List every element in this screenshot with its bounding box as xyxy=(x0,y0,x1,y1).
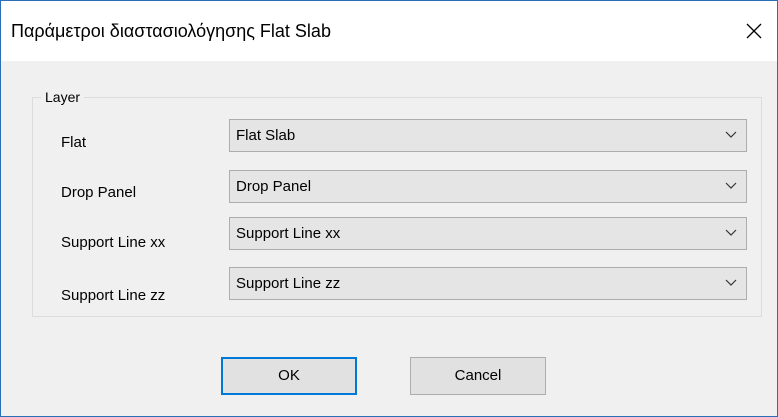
support-line-zz-label: Support Line zz xyxy=(61,287,166,304)
ok-button[interactable]: OK xyxy=(221,357,357,395)
cancel-button[interactable]: Cancel xyxy=(410,357,546,395)
drop-panel-layer-value: Drop Panel xyxy=(236,178,312,195)
support-line-zz-layer-value: Support Line zz xyxy=(236,275,341,292)
support-line-xx-layer-dropdown[interactable]: Support Line xx xyxy=(229,217,747,250)
drop-panel-label: Drop Panel xyxy=(61,184,137,201)
dialog-window: Παράμετροι διαστασιολόγησης Flat Slab La… xyxy=(0,0,778,417)
chevron-down-icon xyxy=(725,182,737,189)
drop-panel-layer-dropdown[interactable]: Drop Panel xyxy=(229,170,747,203)
flat-layer-value: Flat Slab xyxy=(236,127,296,144)
support-line-xx-layer-value: Support Line xx xyxy=(236,225,341,242)
chevron-down-icon xyxy=(725,229,737,236)
title-bar[interactable]: Παράμετροι διαστασιολόγησης Flat Slab xyxy=(1,1,777,61)
support-line-xx-label: Support Line xx xyxy=(61,234,166,251)
support-line-zz-layer-dropdown[interactable]: Support Line zz xyxy=(229,267,747,300)
close-icon xyxy=(746,23,762,39)
chevron-down-icon xyxy=(725,279,737,286)
layer-group-label: Layer xyxy=(41,89,85,105)
flat-layer-dropdown[interactable]: Flat Slab xyxy=(229,119,747,152)
flat-label: Flat xyxy=(61,134,87,151)
window-title: Παράμετροι διαστασιολόγησης Flat Slab xyxy=(11,21,331,41)
chevron-down-icon xyxy=(725,131,737,138)
close-button[interactable] xyxy=(737,15,771,47)
